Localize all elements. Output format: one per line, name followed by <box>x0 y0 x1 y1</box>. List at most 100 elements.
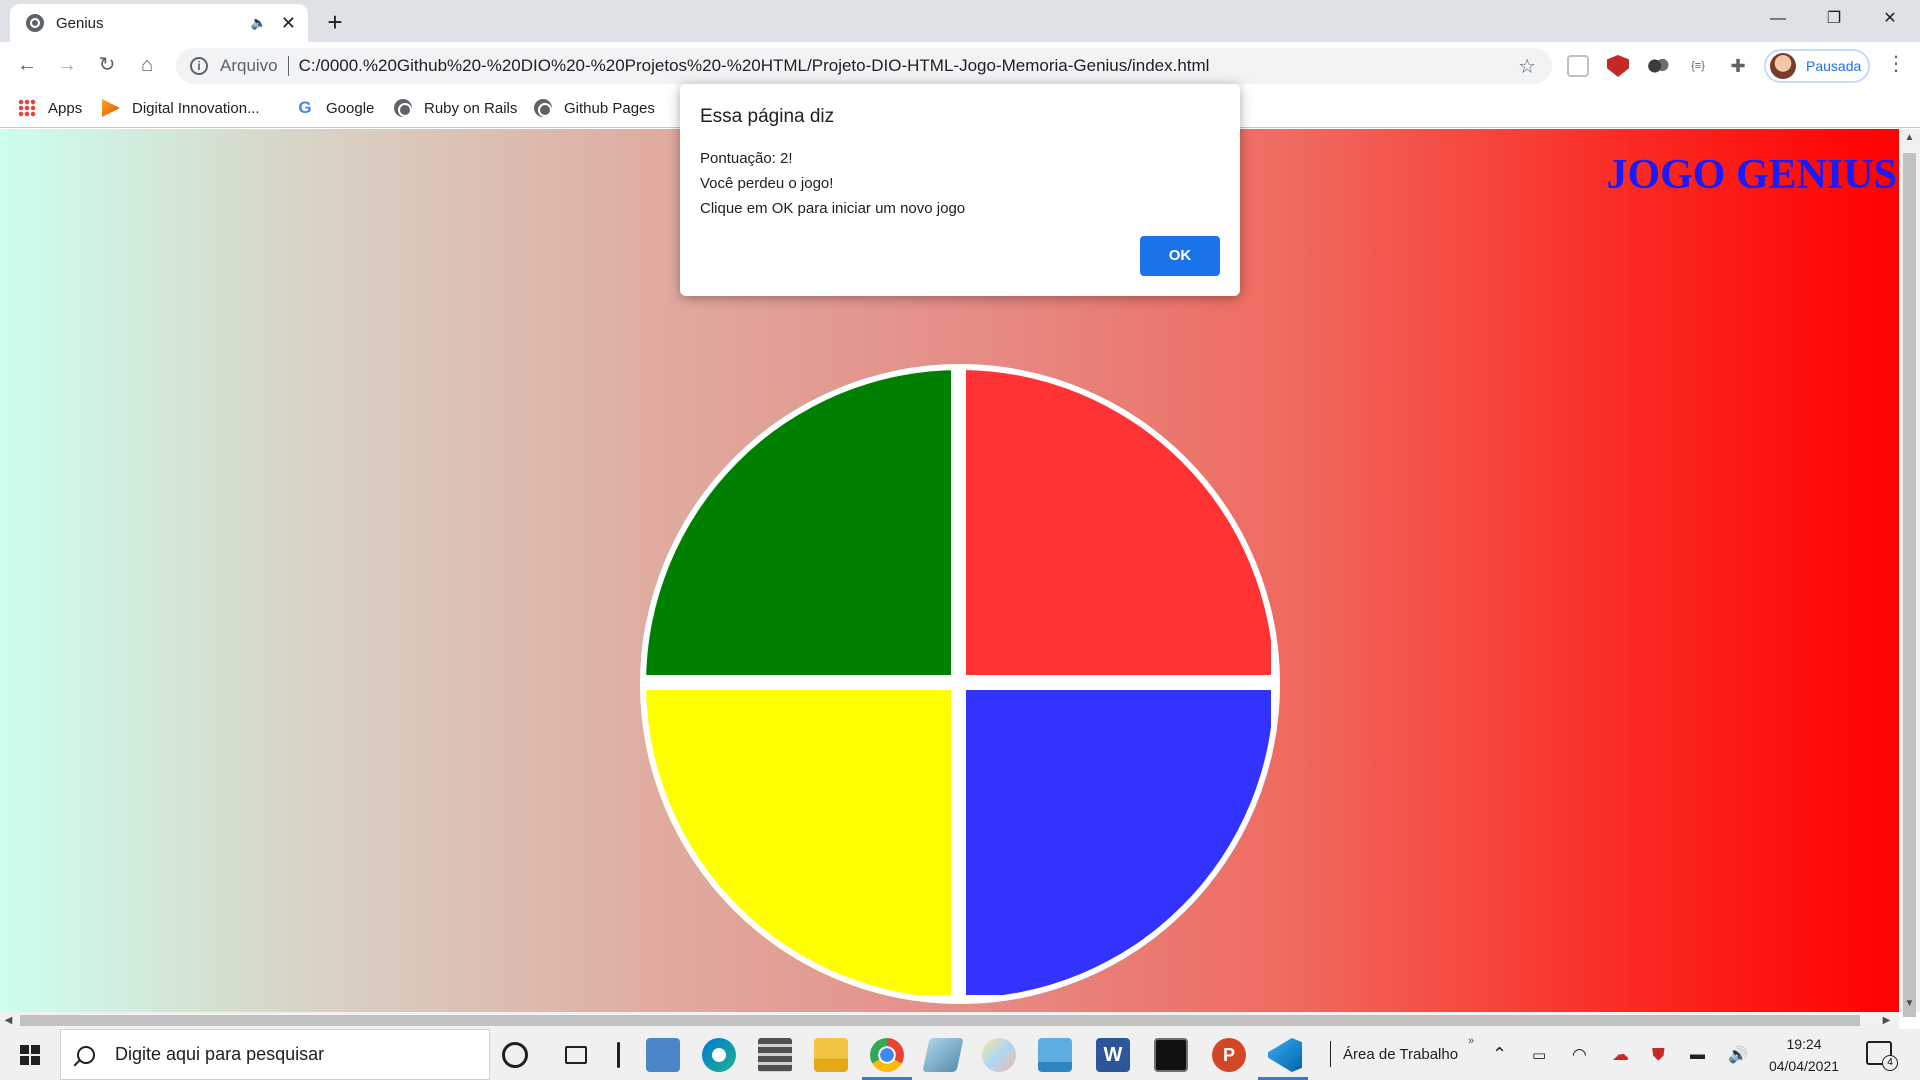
desktop-label: Área de Trabalho <box>1343 1045 1459 1063</box>
forward-button[interactable]: → <box>50 48 84 82</box>
search-icon <box>77 1045 95 1064</box>
restore-button[interactable]: ❐ <box>1806 0 1862 38</box>
back-button[interactable]: ← <box>10 48 44 82</box>
clock[interactable]: 19:24 04/04/2021 <box>1764 1033 1844 1077</box>
avatar <box>1770 53 1796 79</box>
home-button[interactable]: ⌂ <box>130 48 164 82</box>
scrollbar-thumb[interactable] <box>1903 153 1916 1017</box>
apps-grid-icon <box>18 99 36 117</box>
alert-dialog: Essa página diz Pontuação: 2! Você perde… <box>680 84 1240 296</box>
score-line: Pontuação: 2! <box>700 150 793 167</box>
dialog-title: Essa página diz <box>700 106 835 127</box>
speaker-icon[interactable]: 🔈 <box>251 15 267 31</box>
more-menu-icon[interactable]: ⋮ <box>1886 54 1906 74</box>
start-button[interactable] <box>0 1029 60 1080</box>
task-view-icon[interactable] <box>565 1046 587 1064</box>
puzzle-icon[interactable]: ✚ <box>1727 55 1749 77</box>
globe-icon <box>534 99 552 117</box>
bookmark-label: Apps <box>48 99 83 117</box>
dialog-message: Pontuação: 2! Você perdeu o jogo! Clique… <box>700 146 965 221</box>
omnibox-divider <box>287 56 289 76</box>
paint-icon[interactable] <box>982 1038 1016 1072</box>
close-window-button[interactable]: ✕ <box>1862 0 1918 38</box>
bookmark-ruby-on-rails[interactable]: Ruby on Rails <box>394 88 517 128</box>
vscode-icon[interactable] <box>1268 1038 1302 1072</box>
profile-label: Pausada <box>1806 58 1862 74</box>
bookmark-label: Ruby on Rails <box>424 99 518 117</box>
sticky-notes-icon[interactable] <box>922 1038 964 1072</box>
vertical-scrollbar[interactable]: ▲ ▼ <box>1899 129 1920 1017</box>
bookmark-star-icon[interactable]: ☆ <box>1518 54 1536 79</box>
powerpoint-icon[interactable]: P <box>1212 1038 1246 1072</box>
bookmark-google[interactable]: G Google <box>296 88 374 128</box>
tab-strip: Genius 🔈 ✕ + — ❐ ✕ <box>0 0 1920 42</box>
windows-logo-icon <box>20 1045 40 1065</box>
control-panel-icon[interactable] <box>646 1038 680 1072</box>
bookmark-github-pages[interactable]: Github Pages <box>534 88 655 128</box>
cortana-icon[interactable] <box>502 1042 528 1068</box>
extension-icon[interactable] <box>1647 55 1669 77</box>
extension-icon[interactable] <box>1567 55 1589 77</box>
mcafee-shield-icon[interactable] <box>1607 55 1629 77</box>
tab-genius[interactable]: Genius 🔈 ✕ <box>10 4 308 42</box>
bookmark-label: Github Pages <box>564 99 655 117</box>
info-icon[interactable]: i <box>190 57 208 75</box>
remote-desktop-icon[interactable] <box>1038 1038 1072 1072</box>
page-title: JOGO GENIUS <box>1606 152 1897 198</box>
edge-icon[interactable] <box>702 1038 736 1072</box>
desktop-toolbar[interactable]: Área de Trabalho <box>1330 1041 1458 1067</box>
scrollbar-thumb[interactable] <box>20 1015 1860 1026</box>
bookmark-label: Digital Innovation... <box>132 99 260 117</box>
clock-time: 19:24 <box>1786 1036 1822 1052</box>
clock-date: 04/04/2021 <box>1768 1058 1840 1074</box>
bookmark-label: Google <box>326 99 375 117</box>
word-icon[interactable]: W <box>1096 1038 1130 1072</box>
scroll-up-icon[interactable]: ▲ <box>1899 129 1920 146</box>
tab-title: Genius <box>56 14 104 32</box>
new-tab-button[interactable]: + <box>318 6 352 40</box>
mcafee-tray-icon[interactable]: ⛊ <box>1652 1029 1665 1080</box>
google-icon: G <box>298 98 312 117</box>
volume-icon[interactable]: 🔊 <box>1728 1029 1748 1080</box>
onedrive-icon[interactable]: ☁ <box>1612 1029 1629 1080</box>
json-extension-icon[interactable]: {≡} <box>1687 55 1709 77</box>
dio-icon <box>102 99 120 117</box>
browser-toolbar: ← → ↻ ⌂ i Arquivo C:/0000.%20Github%20-%… <box>0 42 1920 88</box>
battery-icon[interactable]: ▬ <box>1690 1029 1705 1080</box>
red-quadrant-button[interactable] <box>966 370 1271 675</box>
bookmark-apps[interactable]: Apps <box>18 88 82 128</box>
toolbar-expand-icon[interactable]: » <box>1468 1031 1474 1051</box>
restart-line: Clique em OK para iniciar um novo jogo <box>700 200 966 217</box>
address-bar[interactable]: i Arquivo C:/0000.%20Github%20-%20DIO%20… <box>176 48 1552 84</box>
taskbar-separator <box>617 1042 620 1068</box>
bookmark-dio[interactable]: Digital Innovation... <box>102 88 260 128</box>
wifi-icon[interactable]: ◠ <box>1572 1029 1587 1080</box>
close-tab-icon[interactable]: ✕ <box>281 13 296 34</box>
profile-button[interactable]: Pausada <box>1764 49 1870 83</box>
terminal-icon[interactable] <box>1154 1038 1188 1072</box>
taskbar-search-box[interactable]: Digite aqui para pesquisar <box>60 1029 490 1080</box>
globe-icon <box>26 14 44 32</box>
taskbar: Digite aqui para pesquisar W P Área de T… <box>0 1029 1920 1080</box>
lost-line: Você perdeu o jogo! <box>700 175 834 192</box>
scheme-label: Arquivo <box>220 56 278 75</box>
horizontal-scrollbar[interactable]: ◀ ▶ <box>0 1012 1899 1029</box>
chrome-icon[interactable] <box>870 1038 904 1072</box>
show-hidden-icons-icon[interactable]: ⌃ <box>1492 1029 1507 1080</box>
scroll-down-icon[interactable]: ▼ <box>1899 995 1920 1012</box>
meet-now-icon[interactable]: ▭ <box>1532 1029 1546 1080</box>
minimize-button[interactable]: — <box>1750 0 1806 38</box>
notification-icon[interactable]: 4 <box>1866 1041 1898 1071</box>
scroll-right-icon[interactable]: ▶ <box>1878 1012 1895 1029</box>
reload-button[interactable]: ↻ <box>90 48 124 82</box>
file-explorer-icon[interactable] <box>814 1038 848 1072</box>
yellow-quadrant-button[interactable] <box>646 690 951 995</box>
notification-count: 4 <box>1882 1055 1898 1071</box>
calculator-icon[interactable] <box>758 1038 792 1072</box>
blue-quadrant-button[interactable] <box>966 690 1271 995</box>
green-quadrant-button[interactable] <box>646 370 951 675</box>
ok-button[interactable]: OK <box>1140 236 1220 276</box>
search-placeholder: Digite aqui para pesquisar <box>115 1044 325 1064</box>
url-text[interactable]: C:/0000.%20Github%20-%20DIO%20-%20Projet… <box>299 56 1518 76</box>
scroll-left-icon[interactable]: ◀ <box>0 1012 17 1029</box>
